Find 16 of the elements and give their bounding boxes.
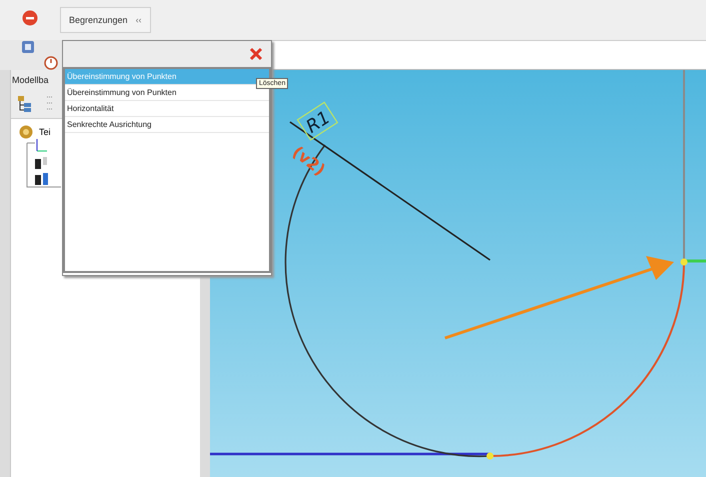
part-icon: [19, 125, 33, 139]
point-marker: [486, 452, 494, 460]
sketch-tab[interactable]: Begrenzungen ‹‹: [60, 7, 151, 33]
horizontal-line: [686, 260, 706, 262]
stop-icon[interactable]: [22, 10, 38, 26]
tree-item[interactable]: Tei: [39, 127, 51, 137]
delete-icon[interactable]: [249, 47, 263, 61]
gauge-icon[interactable]: [44, 56, 58, 70]
sheet-icon[interactable]: [21, 40, 35, 54]
collapse-toggle[interactable]: ‹‹: [136, 15, 142, 25]
tab-label: Begrenzungen: [69, 15, 128, 25]
tree-icon[interactable]: [17, 95, 33, 113]
constraint-item[interactable]: Senkrechte Ausrichtung: [65, 117, 269, 133]
panel-title: Modellba: [11, 75, 49, 85]
point-marker: [680, 258, 688, 266]
constraint-item[interactable]: Horizontalität: [65, 101, 269, 117]
